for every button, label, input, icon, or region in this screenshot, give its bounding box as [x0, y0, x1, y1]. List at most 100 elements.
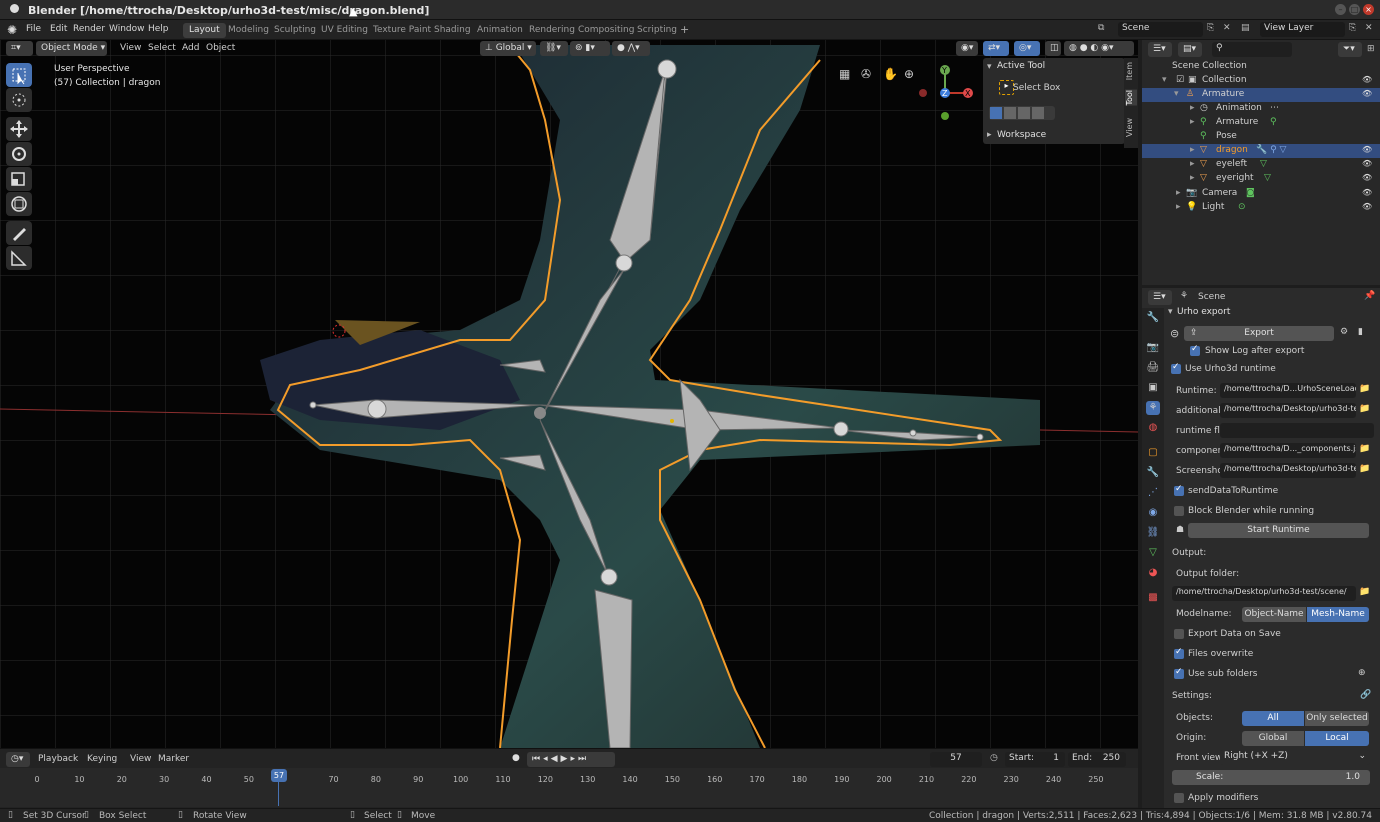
runtime-folder-icon[interactable]: 📁	[1359, 384, 1370, 394]
start-frame-field[interactable]: Start: 1	[1005, 752, 1065, 767]
xray-toggle[interactable]: ◫	[1045, 41, 1061, 56]
show-log-checkbox[interactable]	[1190, 344, 1200, 356]
filter-button[interactable]: ⏷▾	[1338, 42, 1362, 57]
tab-texture-paint[interactable]: Texture Paint	[367, 23, 437, 38]
add-icon[interactable]: ⊕	[1358, 668, 1366, 678]
rotate-tool[interactable]	[6, 142, 32, 166]
panel-title[interactable]: Urho export	[1177, 307, 1230, 317]
scene-tab-icon[interactable]: ⚘	[1146, 401, 1160, 415]
material-tab-icon[interactable]: ◕	[1146, 566, 1160, 580]
scale-field[interactable]: Scale: 1.0	[1172, 770, 1370, 785]
tab-item[interactable]: Item	[1125, 62, 1137, 80]
tab-shading[interactable]: Shading	[428, 23, 477, 38]
tree-light[interactable]: ▸ 💡 Light ⊙ 👁	[1142, 201, 1380, 215]
modelname-mesh-option[interactable]: Mesh-Name	[1307, 607, 1369, 622]
maximize-icon[interactable]: □	[1349, 4, 1360, 15]
view-layer-tab-icon[interactable]: ▣	[1146, 381, 1160, 395]
files-overwrite-checkbox[interactable]	[1174, 647, 1184, 659]
move-tool[interactable]	[6, 117, 32, 141]
send-data-checkbox[interactable]	[1174, 484, 1184, 496]
select-mode-buttons[interactable]	[989, 106, 1055, 120]
scale-tool[interactable]	[6, 167, 32, 191]
tab-layout[interactable]: Layout	[183, 23, 226, 38]
page-icon[interactable]: ▮	[1358, 327, 1363, 337]
tree-dragon[interactable]: ▸ ▽ dragon 🔧 ⚲ ▽ 👁	[1142, 144, 1380, 158]
menu-add[interactable]: Add	[182, 43, 199, 53]
playback-controls[interactable]: ⏮◂◀▶▸⏭	[527, 752, 615, 767]
panel-collapse-icon[interactable]: ▾	[1168, 307, 1173, 317]
outliner-editor-type[interactable]: ☰▾	[1148, 42, 1172, 57]
menu-object[interactable]: Object	[206, 43, 235, 53]
tree-pose[interactable]: ⚲ Pose	[1142, 130, 1380, 144]
origin-local-option[interactable]: Local	[1305, 731, 1369, 746]
data-tab-icon[interactable]: ▽	[1146, 546, 1160, 560]
orientation-selector[interactable]: ⊥ Global ▾	[480, 41, 536, 56]
delete-scene-icon[interactable]: ✕	[1223, 23, 1231, 33]
world-tab-icon[interactable]: ◍	[1146, 421, 1160, 435]
object-tab-icon[interactable]: ▢	[1146, 446, 1160, 460]
particles-tab-icon[interactable]: ⋰	[1146, 486, 1160, 500]
gizmo-toggle[interactable]: ⇄▾	[983, 41, 1009, 56]
block-blender-checkbox[interactable]	[1174, 506, 1184, 516]
objects-selected-option[interactable]: Only selected	[1305, 711, 1369, 726]
expand-arrow-icon[interactable]: ▸	[987, 130, 992, 140]
viewport-canvas[interactable]	[0, 40, 1138, 748]
properties-editor-type[interactable]: ☰▾	[1148, 290, 1172, 305]
editor-type-button[interactable]: ⌗▾	[6, 41, 33, 56]
tree-collection[interactable]: ▾ ☑ ▣ Collection 👁	[1142, 74, 1380, 88]
end-frame-field[interactable]: End: 250	[1068, 752, 1126, 767]
modifier-tab-icon[interactable]: 🔧	[1146, 466, 1160, 480]
origin-global-option[interactable]: Global	[1242, 731, 1304, 746]
settings-icon[interactable]: ⚙	[1340, 327, 1348, 337]
tree-camera[interactable]: ▸ 📷 Camera ◙ 👁	[1142, 187, 1380, 201]
new-collection-icon[interactable]: ⊞	[1367, 44, 1375, 54]
display-mode[interactable]: ▤▾	[1178, 42, 1202, 57]
additional-field[interactable]: /home/ttrocha/Desktop/urho3d-tes...	[1220, 403, 1356, 418]
tab-sculpting[interactable]: Sculpting	[268, 23, 322, 38]
shading-modes[interactable]: ◍ ● ◐ ◉▾	[1064, 41, 1134, 56]
menu-file[interactable]: File	[26, 24, 41, 34]
workspace-header[interactable]: Workspace	[997, 130, 1046, 140]
apply-modifiers-checkbox[interactable]	[1174, 793, 1184, 803]
pin-icon[interactable]: 📌	[1364, 291, 1375, 301]
constraints-tab-icon[interactable]: ⛓	[1146, 526, 1160, 540]
collapse-arrow-icon[interactable]: ▾	[987, 62, 992, 72]
output-tab-icon[interactable]: 🖨	[1146, 361, 1160, 375]
annotate-tool[interactable]	[6, 221, 32, 245]
use-runtime-checkbox[interactable]	[1171, 362, 1181, 374]
timeline-view-menu[interactable]: View	[130, 754, 151, 764]
pivot-selector[interactable]: ⛓▾	[540, 41, 568, 56]
tree-eyeleft[interactable]: ▸ ▽ eyeleft ▽ 👁	[1142, 158, 1380, 172]
tab-scripting[interactable]: Scripting	[631, 23, 683, 38]
keying-menu[interactable]: Keying	[87, 754, 117, 764]
physics-tab-icon[interactable]: ◉	[1146, 506, 1160, 520]
scene-selector[interactable]: Scene	[1118, 22, 1203, 37]
playback-menu[interactable]: Playback	[38, 754, 78, 764]
transform-tool[interactable]	[6, 192, 32, 216]
minimize-icon[interactable]: –	[1335, 4, 1346, 15]
3d-viewport[interactable]	[0, 40, 1138, 748]
timeline-editor-type[interactable]: ◷▾	[6, 752, 30, 767]
timeline-track[interactable]	[0, 768, 1138, 807]
menu-edit[interactable]: Edit	[50, 24, 67, 34]
front-view-select[interactable]: Right (+X +Z) ⌄	[1220, 750, 1370, 765]
screenshot-folder-icon[interactable]: 📁	[1359, 464, 1370, 474]
new-view-layer-icon[interactable]: ⎘	[1349, 23, 1356, 33]
overlay-toggle[interactable]: ◎▾	[1014, 41, 1040, 56]
menu-select[interactable]: Select	[148, 43, 176, 53]
menu-window[interactable]: Window	[109, 24, 145, 34]
tree-eyeright[interactable]: ▸ ▽ eyeright ▽ 👁	[1142, 172, 1380, 186]
texture-tab-icon[interactable]: ▩	[1146, 591, 1160, 605]
snap-toggle[interactable]: ⊚ ▮▾	[570, 41, 610, 56]
tab-animation[interactable]: Animation	[471, 23, 529, 38]
start-runtime-button[interactable]: Start Runtime	[1188, 523, 1369, 538]
menu-view[interactable]: View	[120, 43, 141, 53]
visibility-menu[interactable]: ◉▾	[956, 41, 978, 56]
export-button[interactable]: ⇪ Export	[1184, 326, 1334, 341]
active-tool-header[interactable]: Active Tool	[997, 61, 1045, 71]
render-tab-icon[interactable]: 📷	[1146, 341, 1160, 355]
record-icon[interactable]: ●	[512, 753, 520, 763]
output-folder-field[interactable]: /home/ttrocha/Desktop/urho3d-test/scene/	[1172, 586, 1356, 601]
new-scene-icon[interactable]: ⎘	[1207, 23, 1214, 33]
app-menu-icon[interactable]	[10, 4, 19, 13]
